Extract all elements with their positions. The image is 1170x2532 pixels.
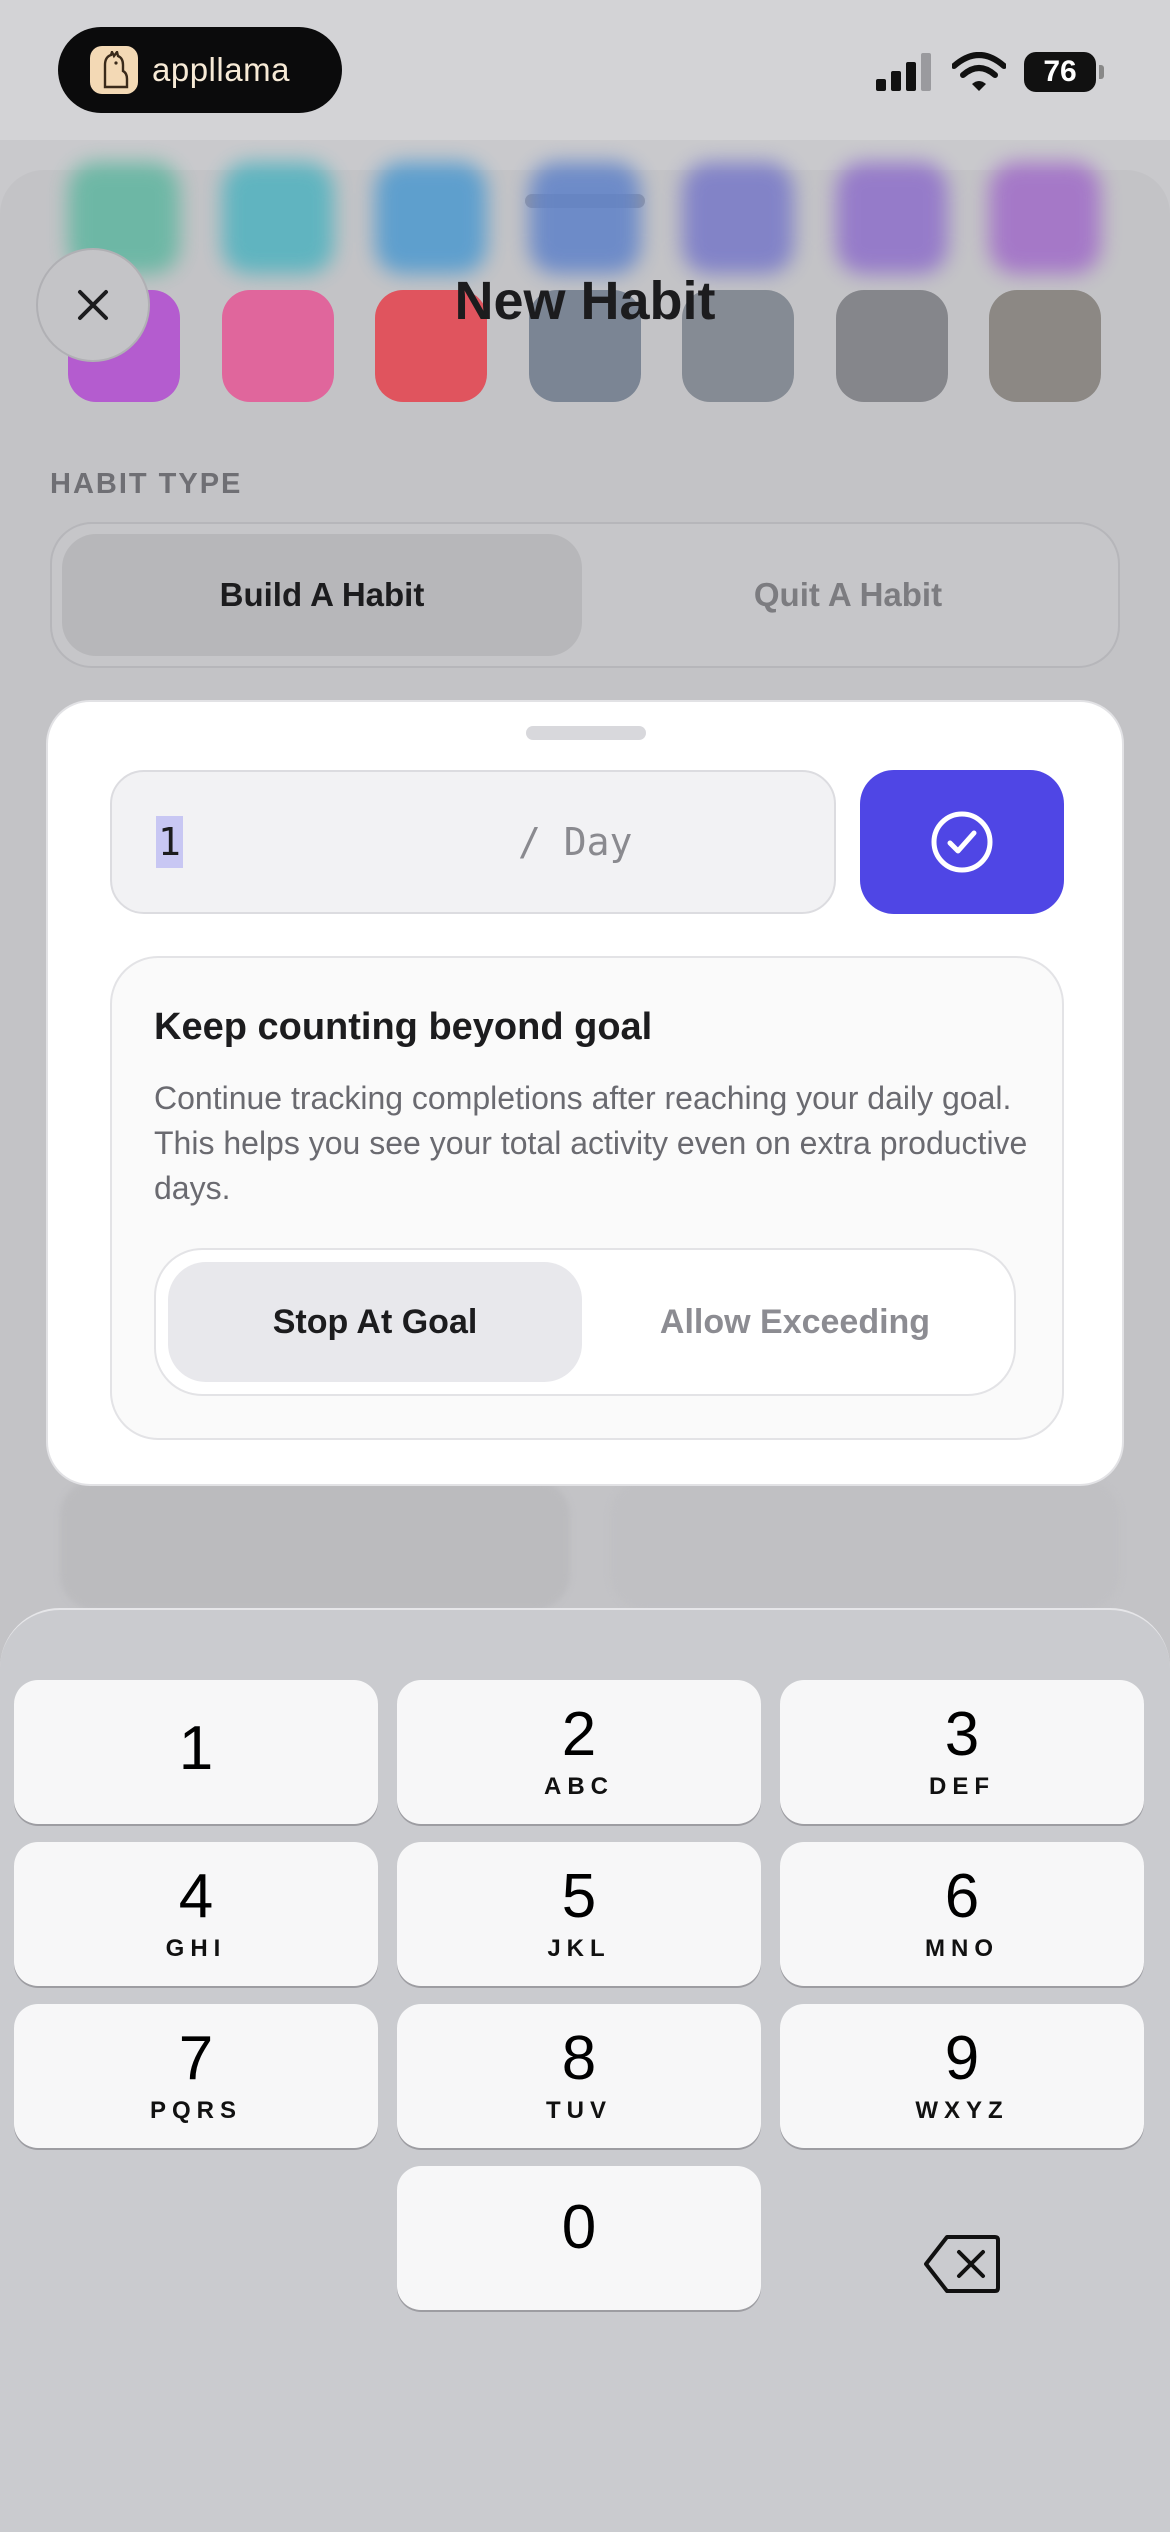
habit-type-selector: Build A Habit Quit A Habit: [50, 522, 1120, 668]
color-swatch[interactable]: [989, 162, 1101, 274]
key-7[interactable]: 7 PQRS: [14, 2004, 378, 2148]
allow-exceeding-option[interactable]: Allow Exceeding: [588, 1262, 1002, 1382]
wifi-icon: [952, 52, 1006, 91]
obscured-option-right: [610, 1480, 1120, 1610]
cellular-signal-icon: [876, 53, 931, 91]
brand-pill: appllama: [58, 27, 342, 113]
brand-name: appllama: [152, 51, 290, 88]
status-icons: 76: [876, 52, 1104, 92]
quit-habit-option[interactable]: Quit A Habit: [588, 534, 1108, 656]
key-number: 0: [561, 2193, 597, 2262]
goal-value[interactable]: 1: [156, 816, 183, 868]
battery-level: 76: [1043, 55, 1077, 88]
key-letters: ABC: [544, 1773, 614, 1800]
key-8[interactable]: 8 TUV: [397, 2004, 761, 2148]
key-letters: PQRS: [149, 2097, 242, 2124]
key-3[interactable]: 3 DEF: [780, 1680, 1144, 1824]
key-6[interactable]: 6 MNO: [780, 1842, 1144, 1986]
key-4[interactable]: 4 GHI: [14, 1842, 378, 1986]
key-letters: GHI: [165, 1935, 227, 1962]
key-number: 8: [561, 2024, 597, 2093]
key-number: 7: [178, 2024, 214, 2093]
key-0[interactable]: 0: [397, 2166, 761, 2310]
habit-type-label: HABIT TYPE: [50, 468, 243, 500]
numeric-keypad: 1 2 ABC 3 DEF 4 GHI 5 JKL 6 MNO 7 PQRS 8…: [0, 1608, 1170, 2532]
exceed-goal-title: Keep counting beyond goal: [154, 1006, 653, 1048]
exceed-goal-description: Continue tracking completions after reac…: [154, 1080, 1028, 1206]
key-number: 3: [944, 1700, 980, 1769]
confirm-button[interactable]: [860, 770, 1064, 914]
key-letters: TUV: [546, 2097, 612, 2124]
obscured-selector: [60, 1480, 1120, 1610]
key-letters: JKL: [547, 1935, 611, 1962]
stop-at-goal-option[interactable]: Stop At Goal: [168, 1262, 582, 1382]
key-number: 1: [178, 1714, 214, 1783]
exceed-mode-selector: Stop At Goal Allow Exceeding: [154, 1248, 1016, 1396]
key-letters: MNO: [925, 1935, 999, 1962]
delete-key[interactable]: [780, 2192, 1144, 2336]
goal-input-field[interactable]: 1 / Day: [110, 770, 836, 914]
key-letters: WXYZ: [915, 2097, 1009, 2124]
key-number: 6: [944, 1862, 980, 1931]
key-number: 5: [561, 1862, 597, 1931]
color-swatch[interactable]: [682, 162, 794, 274]
status-bar: appllama 76: [0, 0, 1170, 140]
key-9[interactable]: 9 WXYZ: [780, 2004, 1144, 2148]
key-number: 4: [178, 1862, 214, 1931]
goal-unit: / Day: [518, 820, 633, 864]
sheet-title: New Habit: [454, 271, 716, 331]
key-5[interactable]: 5 JKL: [397, 1842, 761, 1986]
check-circle-icon: [931, 811, 993, 873]
color-swatch[interactable]: [835, 162, 948, 274]
llama-logo-icon: [90, 46, 138, 94]
goal-modal: 1 / Day Keep counting beyond goal Contin…: [46, 700, 1124, 1486]
backspace-icon: [924, 2235, 1000, 2293]
key-number: 9: [944, 2024, 980, 2093]
exceed-goal-panel: Keep counting beyond goal Continue track…: [110, 956, 1064, 1440]
color-swatch[interactable]: [375, 162, 487, 274]
color-swatch[interactable]: [528, 162, 641, 274]
obscured-option-left: [60, 1480, 570, 1610]
key-letters: DEF: [929, 1773, 995, 1800]
battery-indicator: 76: [1024, 52, 1104, 92]
build-habit-option[interactable]: Build A Habit: [62, 534, 582, 656]
modal-grabber[interactable]: [526, 726, 646, 740]
key-1[interactable]: 1: [14, 1680, 378, 1824]
key-number: 2: [561, 1700, 597, 1769]
key-2[interactable]: 2 ABC: [397, 1680, 761, 1824]
color-swatch[interactable]: [221, 162, 334, 274]
